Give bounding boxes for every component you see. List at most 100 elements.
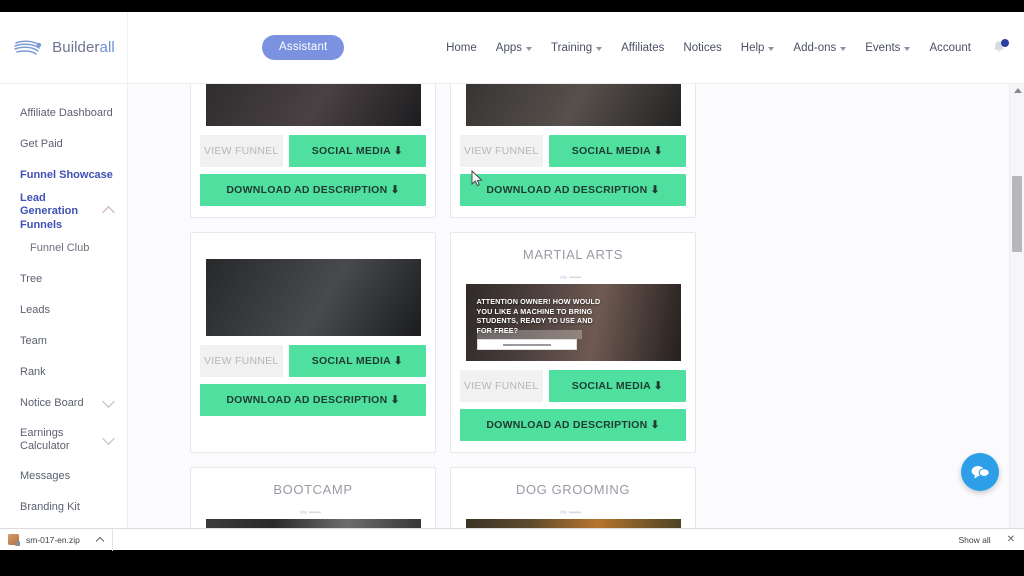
download-icon: ⬇ (393, 145, 403, 157)
sidebar-item-messages[interactable]: Messages (0, 461, 127, 492)
download-icon: ⬇ (650, 419, 660, 431)
card-button-row: VIEW FUNNEL SOCIAL MEDIA ⬇ (200, 135, 426, 167)
close-shelf-button[interactable]: ✕ (1000, 532, 1022, 547)
download-item[interactable]: sm-017-en.zip (0, 528, 113, 551)
builderall-logo[interactable]: Builderall (12, 36, 115, 60)
card-thumbnail[interactable]: ATTENTION OWNER! HOW WOULD YOU LIKE A MA… (465, 284, 681, 361)
sidebar-item-label: Team (20, 334, 47, 347)
view-funnel-button[interactable]: VIEW FUNNEL (460, 370, 543, 402)
chevron-down-icon (102, 395, 115, 408)
nav-item-notices[interactable]: Notices (683, 42, 721, 54)
sidebar-item-funnel-showcase[interactable]: Funnel Showcase (0, 160, 127, 191)
card-button-row: VIEW FUNNEL SOCIAL MEDIA ⬇ (200, 345, 426, 377)
card-button-row: VIEW FUNNEL SOCIAL MEDIA ⬇ (460, 135, 686, 167)
sidebar-item-tree[interactable]: Tree (0, 264, 127, 295)
download-ad-description-button[interactable]: DOWNLOAD AD DESCRIPTION ⬇ (200, 174, 426, 206)
sidebar-item-label: Get Paid (20, 137, 63, 150)
nav-item-events[interactable]: Events (865, 41, 911, 54)
nav-item-account[interactable]: Account (929, 42, 971, 54)
download-file-name: sm-017-en.zip (26, 534, 80, 545)
zip-file-icon (8, 534, 20, 546)
ad-cta-button (476, 339, 577, 350)
nav-item-affiliates[interactable]: Affiliates (621, 42, 664, 54)
view-funnel-button[interactable]: VIEW FUNNEL (200, 345, 283, 377)
show-all-downloads-button[interactable]: Show all (949, 532, 999, 548)
download-icon: ⬇ (653, 145, 663, 157)
nav-item-home[interactable]: Home (446, 42, 477, 54)
sidebar-item-label: Earnings Calculator (20, 426, 70, 452)
sidebar-item-label: Notice Board (20, 396, 84, 409)
assistant-button[interactable]: Assistant (262, 35, 345, 60)
chevron-down-icon (526, 46, 533, 51)
chevron-up-icon[interactable] (95, 536, 105, 545)
funnel-card-bootcamp[interactable]: BOOTCAMP ATTENTION GYM OWNER! HOW WOULD … (190, 467, 436, 528)
funnel-showcase-grid-area: VIEW FUNNEL SOCIAL MEDIA ⬇ DOWNLOAD AD D… (128, 84, 1008, 528)
download-icon: ⬇ (393, 355, 403, 367)
sidebar-item-earnings-calculator[interactable]: Earnings Calculator (0, 419, 127, 461)
sidebar-item-label: Tree (20, 272, 43, 285)
sidebar-item-affiliate-dashboard[interactable]: Affiliate Dashboard (0, 98, 127, 129)
sidebar-item-notice-board[interactable]: Notice Board (0, 388, 127, 419)
sidebar-item-branding-kit[interactable]: Branding Kit (0, 492, 127, 523)
scroll-up-arrow-icon[interactable] (1013, 88, 1022, 93)
download-ad-description-button[interactable]: DOWNLOAD AD DESCRIPTION ⬇ (460, 174, 686, 206)
card-thumbnail[interactable] (465, 84, 681, 126)
page-scrollbar[interactable] (1009, 84, 1024, 528)
sidebar-item-label: Affiliate Dashboard (20, 106, 113, 119)
sidebar-item-lead-generation-funnels[interactable]: Lead Generation Funnels (0, 191, 127, 233)
sidebar-item-rank[interactable]: Rank (0, 357, 127, 388)
chevron-down-icon (102, 431, 115, 445)
brand-cell: Builderall (0, 12, 128, 84)
card-thumbnail[interactable] (205, 259, 421, 336)
social-media-button[interactable]: SOCIAL MEDIA ⬇ (288, 345, 426, 377)
notification-dot (1001, 38, 1009, 47)
social-media-button[interactable]: SOCIAL MEDIA ⬇ (288, 135, 426, 167)
browser-viewport: Builderall Assistant Home Apps Training … (0, 12, 1024, 528)
sidebar-item-funnel-club[interactable]: Funnel Club (0, 233, 127, 264)
thumb-builderall-logo-icon (559, 510, 581, 515)
chat-support-button[interactable] (961, 453, 999, 491)
sidebar-item-get-paid[interactable]: Get Paid (0, 129, 127, 160)
card-thumbnail[interactable]: ATTENTION GYM OWNER! HOW WOULD YOU LIKE … (205, 519, 421, 528)
download-icon: ⬇ (653, 380, 663, 392)
ad-subtext-bar (476, 330, 582, 339)
nav-item-help[interactable]: Help (741, 42, 775, 54)
card-thumbnail-wrap: ATTENTION OWNER! HOW WOULD YOU LIKE A MA… (460, 270, 686, 370)
sidebar-item-label: Funnel Showcase (20, 168, 113, 181)
sidebar-item-team[interactable]: Team (0, 326, 127, 357)
card-thumbnail[interactable]: ATTENTION OWNER! HOW WOULD YOU LIKE A MA… (465, 519, 681, 528)
funnel-card-grid: VIEW FUNNEL SOCIAL MEDIA ⬇ DOWNLOAD AD D… (128, 84, 994, 528)
nav-item-training[interactable]: Training (551, 42, 603, 54)
download-icon: ⬇ (390, 394, 400, 406)
card-thumbnail[interactable] (205, 84, 421, 126)
notification-bell-icon[interactable] (990, 38, 1009, 57)
assistant-wrap: Assistant (262, 35, 345, 60)
nav-label: Events (865, 41, 901, 54)
social-media-button[interactable]: SOCIAL MEDIA ⬇ (548, 135, 686, 167)
chevron-down-icon (596, 46, 603, 51)
nav-label: Help (740, 41, 765, 54)
scrollbar-thumb[interactable] (1012, 176, 1022, 252)
card-thumbnail-wrap (200, 255, 426, 345)
download-ad-description-button[interactable]: DOWNLOAD AD DESCRIPTION ⬇ (200, 384, 426, 416)
sidebar-item-label: Messages (20, 469, 71, 482)
social-media-button[interactable]: SOCIAL MEDIA ⬇ (548, 370, 686, 402)
nav-label: Home (446, 41, 477, 54)
funnel-card[interactable]: VIEW FUNNEL SOCIAL MEDIA ⬇ DOWNLOAD AD D… (450, 84, 696, 218)
card-title (200, 243, 426, 255)
funnel-card[interactable]: VIEW FUNNEL SOCIAL MEDIA ⬇ DOWNLOAD AD D… (190, 84, 436, 218)
thumb-builderall-logo-icon (299, 510, 321, 515)
nav-item-add-ons[interactable]: Add-ons (793, 42, 847, 54)
nav-label: Affiliates (621, 41, 665, 54)
funnel-card[interactable]: VIEW FUNNEL SOCIAL MEDIA ⬇ DOWNLOAD AD D… (190, 232, 436, 453)
funnel-card-martial-arts[interactable]: MARTIAL ARTS ATTENTION OWNER! HOW WOULD … (450, 232, 696, 453)
chevron-down-icon (904, 46, 911, 51)
funnel-card-dog-grooming[interactable]: DOG GROOMING ATTENTION OWNER! HOW WOULD … (450, 467, 696, 528)
download-ad-description-button[interactable]: DOWNLOAD AD DESCRIPTION ⬇ (460, 409, 686, 441)
card-thumbnail-wrap: ATTENTION OWNER! HOW WOULD YOU LIKE A MA… (460, 505, 686, 528)
sidebar-item-leads[interactable]: Leads (0, 295, 127, 326)
nav-item-apps[interactable]: Apps (496, 42, 533, 54)
view-funnel-button[interactable]: VIEW FUNNEL (460, 135, 543, 167)
card-title: MARTIAL ARTS (522, 247, 624, 262)
view-funnel-button[interactable]: VIEW FUNNEL (200, 135, 283, 167)
